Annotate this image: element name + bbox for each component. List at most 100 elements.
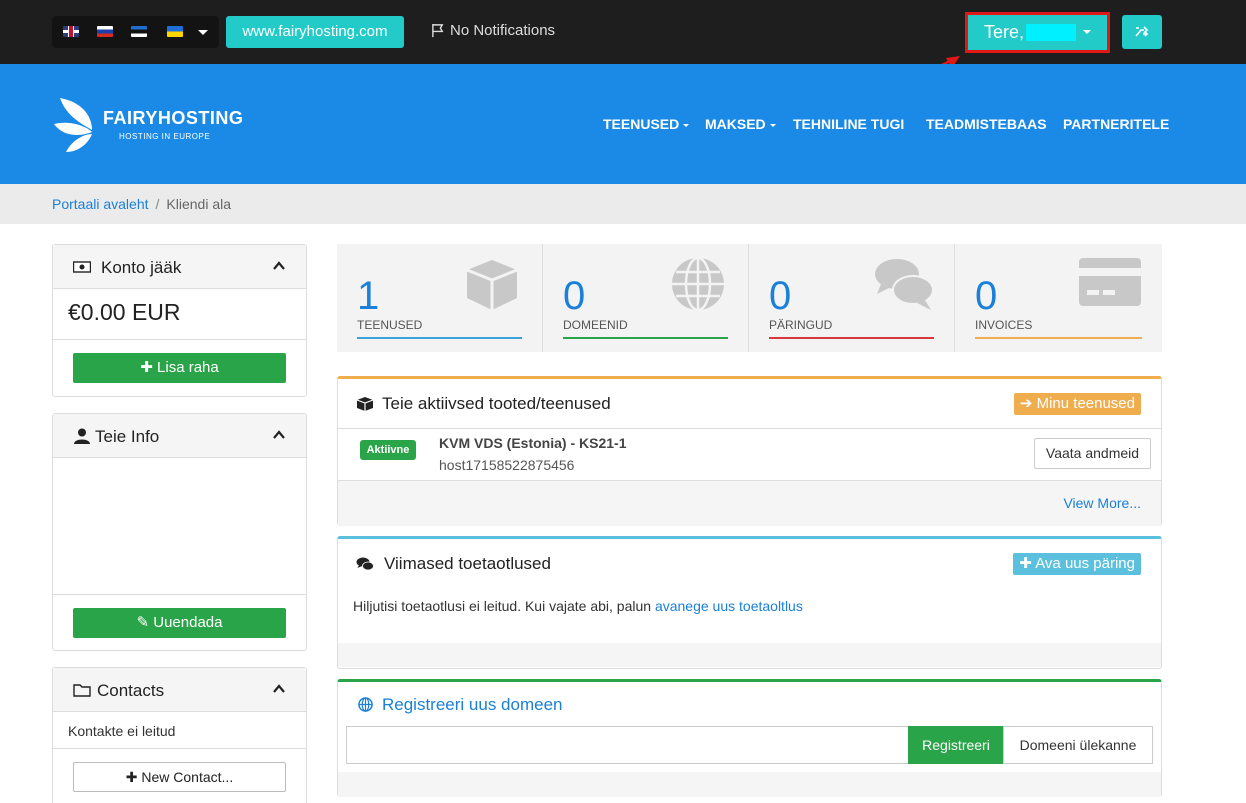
card-title: Teie aktiivsed tooted/teenused — [382, 394, 611, 413]
box-icon — [466, 260, 518, 310]
status-badge: Aktiivne — [360, 440, 416, 460]
active-services-card: Teie aktiivsed tooted/teenused ➔ Minu te… — [337, 376, 1162, 526]
panel-header[interactable]: Contacts — [53, 668, 306, 712]
nav-tehniline-tugi[interactable]: TEHNILINE TUGI — [793, 116, 904, 132]
flag-icon — [432, 23, 444, 38]
stat-value: 0 — [563, 274, 586, 318]
card-title[interactable]: Registreeri uus domeen — [382, 695, 562, 715]
breadcrumb: Portaali avaleht / Kliendi ala — [0, 184, 1246, 224]
stat-label: INVOICES — [975, 318, 1033, 332]
logo-tagline: HOSTING IN EUROPE — [119, 132, 211, 141]
breadcrumb-current: Kliendi ala — [166, 196, 232, 212]
panel-title: Contacts — [97, 681, 165, 700]
service-name: KVM VDS (Estonia) - KS21-1 — [439, 435, 627, 451]
stat-services[interactable]: 1 TEENUSED — [337, 244, 543, 352]
open-ticket-link[interactable]: avanege uus toetaoltlus — [655, 598, 803, 614]
ee-flag-icon[interactable] — [131, 26, 147, 37]
ua-flag-icon[interactable] — [167, 26, 183, 37]
card-footer — [338, 772, 1161, 797]
redacted-username — [1026, 24, 1076, 41]
divider — [53, 748, 306, 749]
view-details-button[interactable]: Vaata andmeid — [1034, 438, 1151, 469]
stat-value: 0 — [975, 274, 998, 318]
card-header: Viimased toetaotlused ✚ Ava uus päring — [338, 539, 1161, 589]
card-footer: View More... — [338, 481, 1161, 526]
user-icon — [74, 428, 90, 444]
button-label: Uuendada — [153, 614, 223, 631]
new-contact-button[interactable]: ✚ New Contact... — [73, 762, 286, 792]
update-info-button[interactable]: ✎ Uuendada — [73, 608, 286, 638]
stat-underline — [975, 337, 1142, 339]
view-more-link[interactable]: View More... — [1063, 495, 1141, 511]
contacts-empty-text: Kontakte ei leitud — [68, 723, 176, 739]
card-title: Viimased toetaotlused — [384, 554, 551, 573]
comments-icon — [356, 557, 374, 571]
ru-flag-icon[interactable] — [97, 26, 113, 37]
cube-icon — [356, 397, 374, 411]
stat-invoices[interactable]: 0 INVOICES — [955, 244, 1161, 352]
breadcrumb-separator: / — [155, 196, 160, 212]
breadcrumb-home-link[interactable]: Portaali avaleht — [52, 196, 149, 212]
stat-underline — [563, 337, 728, 339]
shuffle-button[interactable] — [1122, 15, 1162, 49]
empty-message: Hiljutisi toetaotlusi ei leitud. Kui vaj… — [353, 598, 652, 614]
nav-teenused[interactable]: TEENUSED — [603, 116, 690, 132]
chevron-up-icon[interactable] — [272, 682, 286, 696]
add-funds-button[interactable]: ✚ Lisa raha — [73, 353, 286, 383]
button-label: Minu teenused — [1036, 395, 1135, 412]
chevron-up-icon[interactable] — [272, 259, 286, 273]
stat-underline — [357, 337, 522, 339]
panel-header[interactable]: Konto jääk — [53, 245, 306, 289]
caret-down-icon[interactable] — [1083, 30, 1091, 34]
balance-panel: Konto jääk €0.00 EUR ✚ Lisa raha — [52, 244, 307, 397]
register-domain-card: Registreeri uus domeen Registreeri Domee… — [337, 679, 1162, 797]
button-label: New Contact... — [141, 769, 234, 785]
stat-label: DOMEENID — [563, 318, 628, 332]
folder-icon — [73, 684, 91, 697]
stats-panel: 1 TEENUSED 0 DOMEENID 0 PÄRINGUD 0 INVOI… — [337, 244, 1162, 352]
nav-partneritele[interactable]: PARTNERITELE — [1063, 116, 1169, 132]
nav-maksed[interactable]: MAKSED — [705, 116, 776, 132]
panel-header[interactable]: Teie Info — [53, 414, 306, 458]
domain-input[interactable] — [346, 726, 909, 764]
divider — [53, 339, 306, 340]
panel-title: Konto jääk — [101, 258, 182, 277]
stat-domains[interactable]: 0 DOMEENID — [543, 244, 749, 352]
service-host: host17158522875456 — [439, 457, 575, 473]
caret-down-icon — [683, 123, 690, 127]
service-row[interactable]: Aktiivne KVM VDS (Estonia) - KS21-1 host… — [338, 429, 1161, 481]
new-ticket-button[interactable]: ✚ Ava uus päring — [1013, 553, 1141, 575]
money-icon — [73, 261, 91, 273]
uk-flag-icon[interactable] — [63, 26, 79, 37]
card-footer — [338, 643, 1161, 667]
stat-tickets[interactable]: 0 PÄRINGUD — [749, 244, 955, 352]
language-selector[interactable] — [52, 16, 219, 48]
notifications-link[interactable]: No Notifications — [431, 22, 555, 39]
divider — [53, 594, 306, 595]
transfer-button[interactable]: Domeeni ülekanne — [1003, 726, 1153, 764]
stat-value: 1 — [357, 274, 380, 318]
stat-value: 0 — [769, 274, 792, 318]
register-button[interactable]: Registreeri — [908, 726, 1004, 764]
logo-name[interactable]: FAIRYHOSTING — [103, 108, 243, 129]
greeting-label: Tere, — [984, 22, 1025, 42]
button-label: Lisa raha — [157, 359, 219, 376]
stat-underline — [769, 337, 934, 339]
stat-label: PÄRINGUD — [769, 318, 833, 332]
comments-icon — [875, 259, 934, 310]
shuffle-icon — [1135, 26, 1149, 37]
my-services-button[interactable]: ➔ Minu teenused — [1013, 393, 1141, 415]
credit-card-icon — [1079, 258, 1141, 306]
stat-label: TEENUSED — [357, 318, 423, 332]
balance-amount: €0.00 EUR — [68, 299, 181, 325]
nav-label: TEENUSED — [603, 116, 680, 132]
website-button[interactable]: www.fairyhosting.com — [226, 16, 404, 48]
notifications-label: No Notifications — [450, 22, 556, 39]
button-label: Ava uus päring — [1035, 555, 1135, 572]
recent-tickets-card: Viimased toetaotlused ✚ Ava uus päring H… — [337, 536, 1162, 669]
caret-down-icon[interactable] — [198, 30, 208, 35]
nav-teadmistebaas[interactable]: TEADMISTEBAAS — [926, 116, 1047, 132]
globe-icon — [358, 697, 373, 712]
nav-label: MAKSED — [705, 116, 766, 132]
chevron-up-icon[interactable] — [272, 428, 286, 442]
